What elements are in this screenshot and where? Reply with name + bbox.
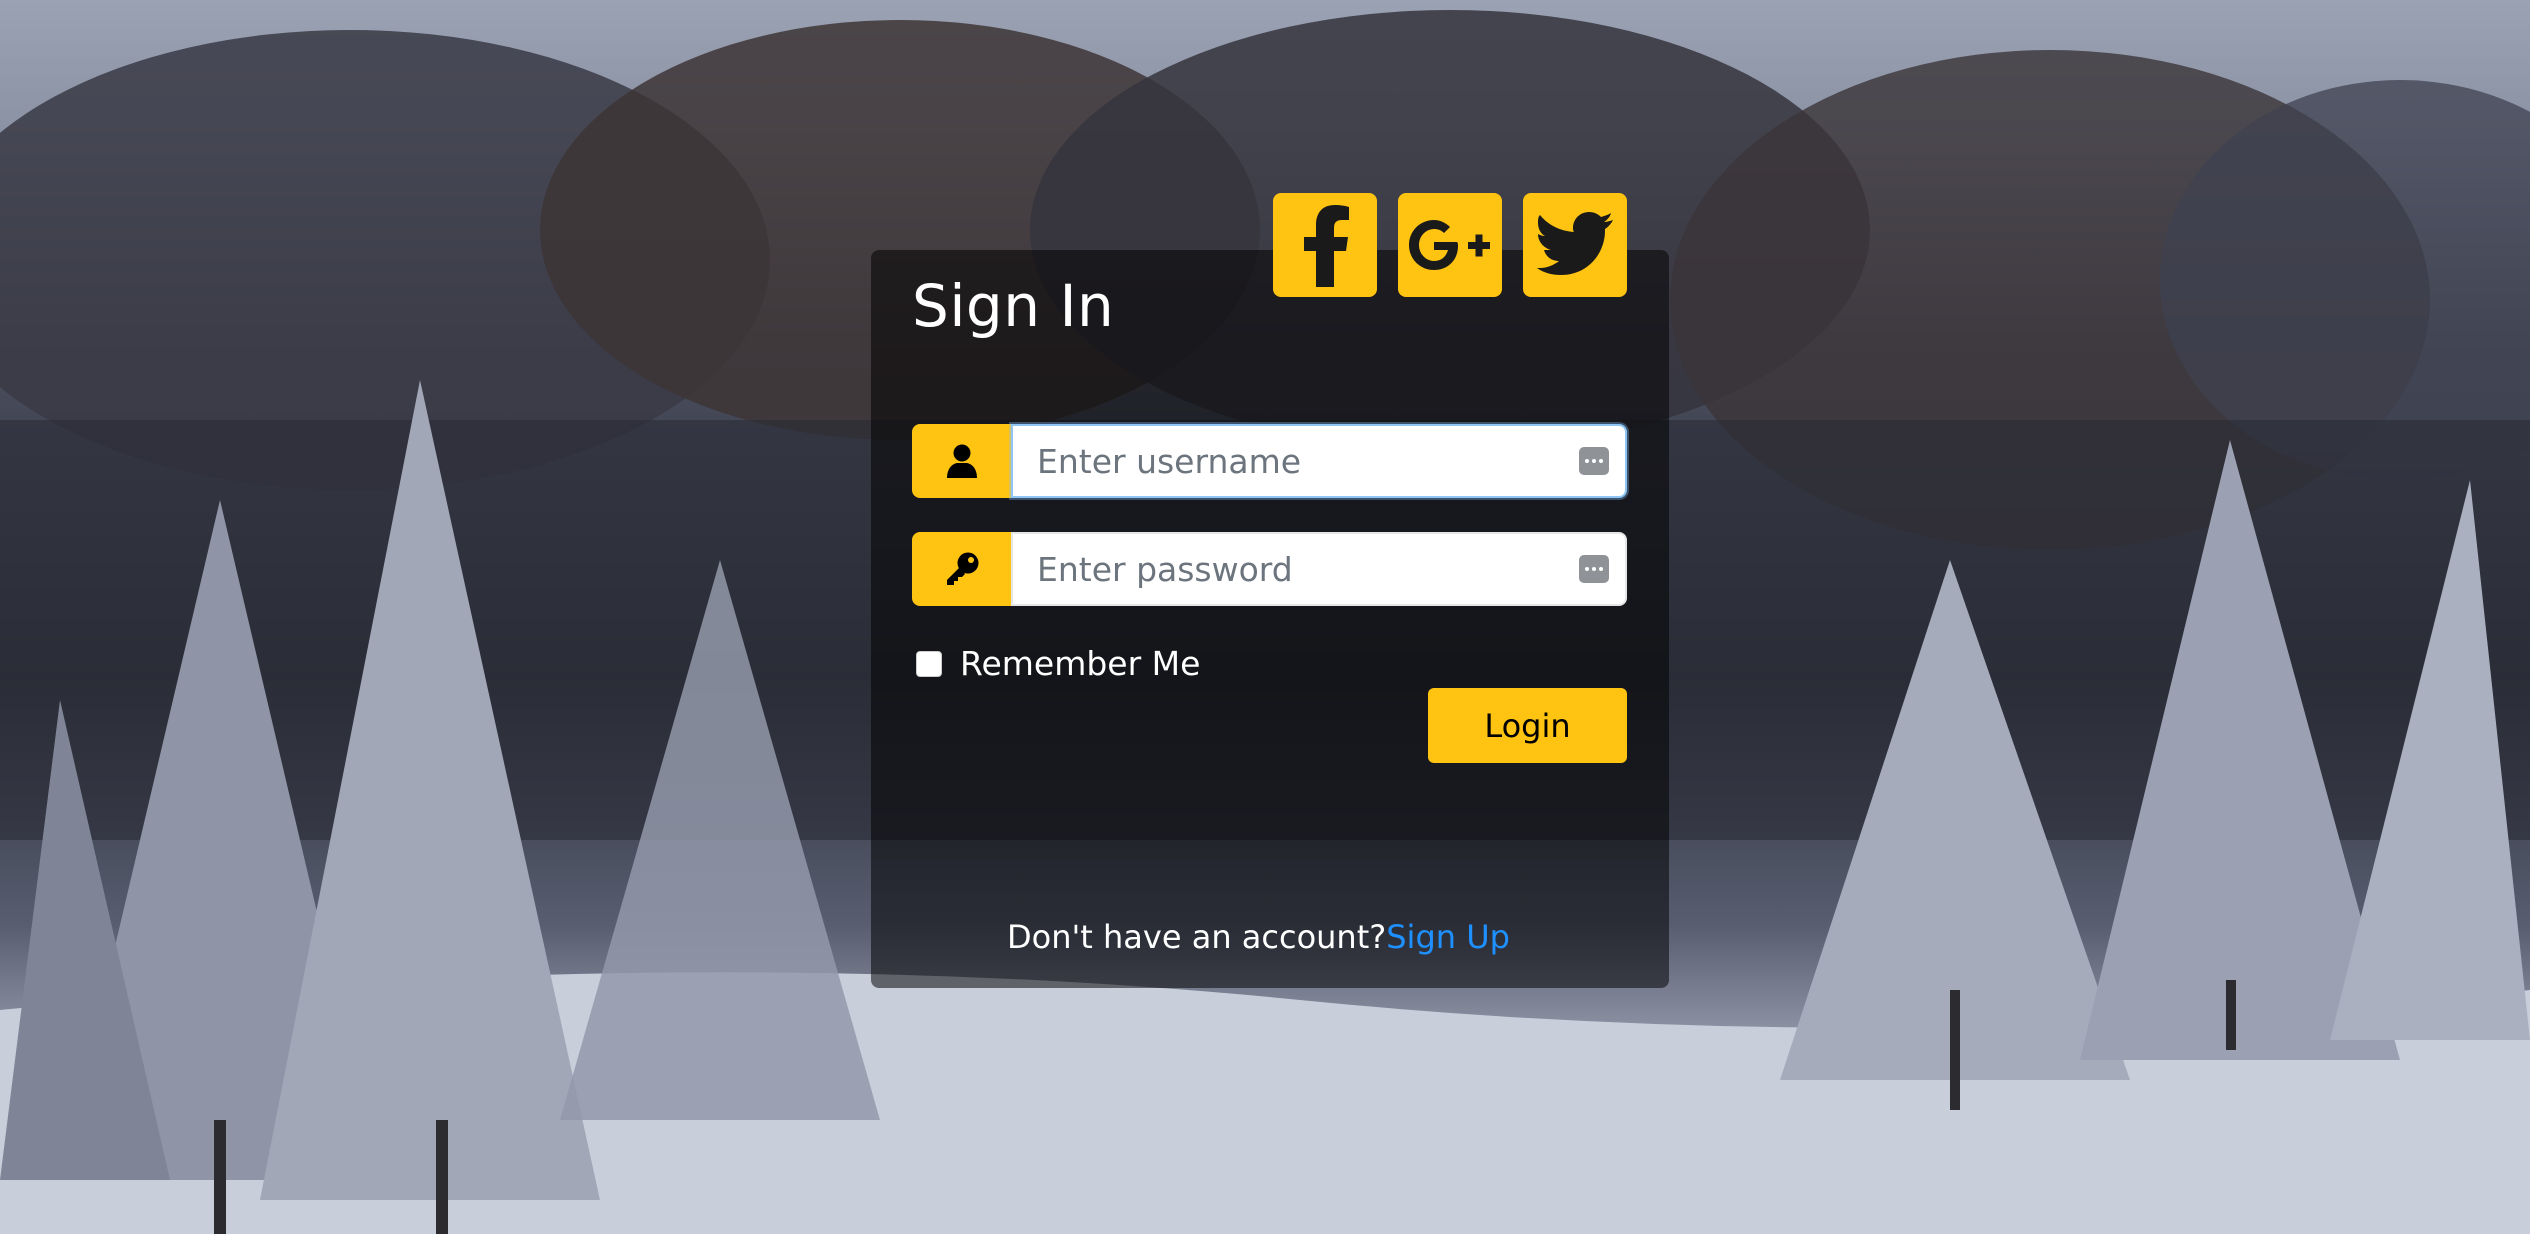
password-addon	[912, 532, 1011, 606]
password-field	[1011, 532, 1627, 606]
twitter-button[interactable]	[1523, 193, 1627, 297]
twitter-icon	[1537, 212, 1613, 275]
password-group	[912, 532, 1627, 606]
username-field	[1011, 424, 1627, 498]
facebook-button[interactable]	[1273, 193, 1377, 297]
remember-label: Remember Me	[960, 644, 1201, 683]
password-manager-icon[interactable]	[1579, 447, 1609, 475]
key-icon	[946, 552, 978, 585]
user-icon	[946, 444, 977, 478]
username-addon	[912, 424, 1011, 498]
username-input[interactable]	[1013, 426, 1625, 496]
password-input[interactable]	[1013, 534, 1625, 604]
signup-prompt: Don't have an account?Sign Up	[1007, 918, 1510, 956]
signup-prompt-text: Don't have an account?	[1007, 918, 1387, 956]
google-plus-icon	[1409, 220, 1490, 270]
signup-link[interactable]: Sign Up	[1386, 918, 1510, 956]
username-group	[912, 424, 1627, 498]
google-plus-button[interactable]	[1398, 193, 1502, 297]
page-title: Sign In	[912, 272, 1115, 340]
remember-checkbox[interactable]	[916, 650, 942, 677]
login-card: Sign In	[871, 250, 1669, 988]
remember-me[interactable]: Remember Me	[916, 644, 1200, 683]
facebook-icon	[1304, 205, 1349, 287]
password-manager-icon[interactable]	[1579, 555, 1609, 583]
login-button[interactable]: Login	[1428, 688, 1627, 763]
